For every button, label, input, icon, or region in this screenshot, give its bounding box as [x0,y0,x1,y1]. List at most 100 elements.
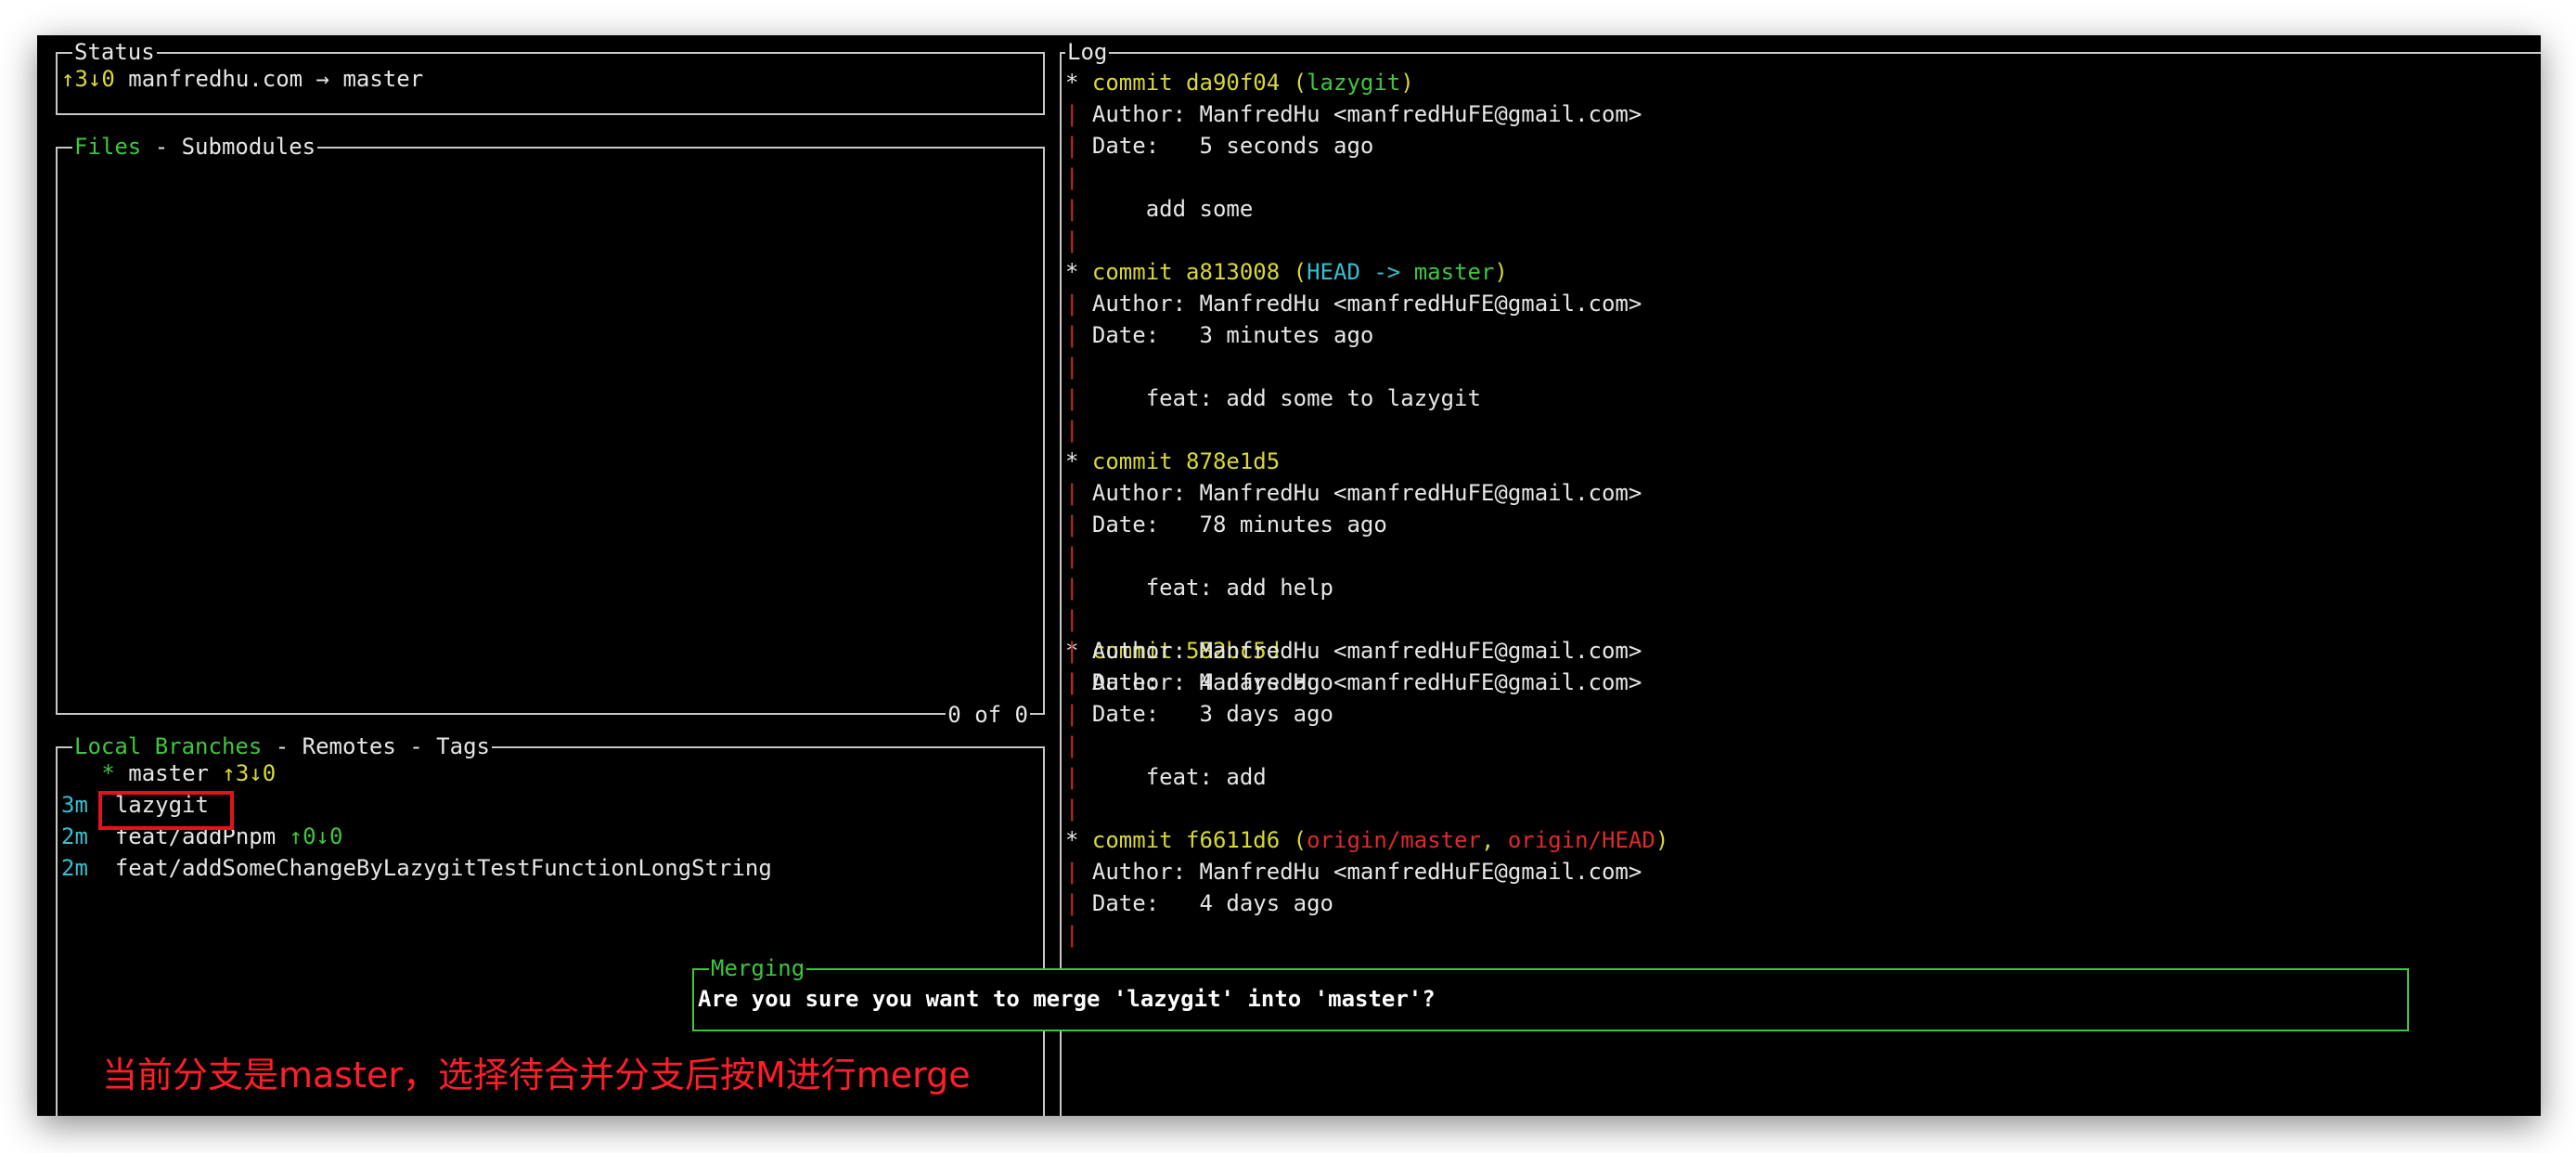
graph-line: | [1065,196,1092,222]
commit-message: feat: add [1091,764,1267,790]
commit-message: feat: add help [1091,575,1333,601]
branch-age: 2m [61,855,88,881]
graph-line: | [1065,922,1079,948]
graph-line: | [1065,543,1079,569]
commit-author-line: | Author: ManfredHu <manfredHuFE@gmail.c… [1065,856,1642,887]
commit-graph-star: * [1065,70,1092,96]
graph-line: | [1065,575,1092,601]
ref-separator [1400,259,1413,285]
log-panel-title: Log [1065,39,1110,65]
graph-spacer: | [1065,919,1078,951]
status-arrows: ↑3↓0 [61,66,115,92]
commit-date-line: | Date: 4 days ago [1065,887,1333,919]
commit-graph-star: * [1065,827,1092,853]
commit-hash: commit da90f04 [1091,70,1281,96]
graph-line: | [1065,354,1079,380]
commit-message-line: | add some [1065,193,1253,225]
commit-header: * commit da90f04 (lazygit) [1065,67,1414,98]
tab-files[interactable]: Files [74,134,141,160]
graph-line: | [1065,796,1079,822]
branch-name: feat/addSomeChangeByLazygitTestFunctionL… [114,855,772,881]
graph-line: | [1065,701,1092,727]
commit-date: Date: 5 seconds ago [1091,133,1374,159]
graph-line: | [1065,133,1092,159]
commit-date-line: | Date: 3 days ago [1065,698,1333,730]
graph-spacer: | [1065,793,1078,824]
graph-line: | [1065,732,1079,758]
graph-line: | [1065,669,1092,695]
commit-date-line: | Date: 4 days ago [1065,667,1333,698]
status-arrow: → [316,66,329,92]
branches-panel-title: Local Branches - Remotes - Tags [72,733,492,759]
status-line: ↑3↓0 manfredhu.com → master [61,63,423,95]
branch-row-master[interactable]: * master ↑3↓0 [61,758,276,789]
commit-hash: commit f6611d6 [1091,827,1281,853]
files-panel[interactable]: Files - Submodules 0 of 0 [56,134,1045,728]
commit-author-line: | Author: ManfredHu <manfredHuFE@gmail.c… [1065,98,1642,130]
commit-author-line: | Author: ManfredHu <manfredHuFE@gmail.c… [1065,635,1642,667]
merge-dialog-message: Are you sure you want to merge 'lazygit'… [698,986,1436,1012]
ref-paren: ) [1655,827,1669,853]
commit-date: Date: 4 days ago [1091,669,1333,695]
annotation-text: 当前分支是master，选择待合并分支后按M进行merge [102,1055,971,1095]
current-branch-marker: * [101,760,115,786]
commit-ref: origin/master [1307,827,1481,853]
commit-message-line: | feat: add help [1065,572,1333,603]
graph-line: | [1065,890,1092,916]
files-panel-title: Files - Submodules [72,134,318,160]
commit-date: Date: 78 minutes ago [1091,512,1387,538]
graph-line: | [1065,227,1079,253]
commit-message-line: | feat: add [1065,761,1267,793]
commit-message-line: | feat: add some to lazygit [1065,382,1481,414]
graph-spacer: | [1065,414,1078,446]
graph-spacer: | [1065,603,1078,635]
commit-date: Date: 4 days ago [1091,890,1333,916]
branch-tracking: ↑3↓0 [222,760,277,786]
commit-ref: lazygit [1307,70,1401,96]
commit-author-line: | Author: ManfredHu <manfredHuFE@gmail.c… [1065,288,1642,319]
ref-separator: , [1480,827,1508,853]
selected-branch-highlight [98,791,234,830]
graph-line: | [1065,512,1092,538]
commit-author: Author: ManfredHu <manfredHuFE@gmail.com… [1091,859,1642,885]
ref-paren: ( [1280,827,1307,853]
commit-ref: master [1413,259,1495,285]
commit-date-line: | Date: 78 minutes ago [1065,509,1387,540]
tab-submodules[interactable]: Submodules [182,134,316,160]
tab-local-branches[interactable]: Local Branches [74,733,262,759]
tab-remotes[interactable]: Remotes [303,733,396,759]
status-panel-title: Status [72,39,157,65]
commit-header: * commit 878e1d5 [1065,446,1280,477]
branch-tracking: ↑0↓0 [289,823,343,849]
commit-header: * commit a813008 (HEAD -> master) [1065,256,1508,288]
graph-spacer: | [1065,730,1078,761]
commit-message: feat: add some to lazygit [1091,385,1481,411]
commit-message: add some [1091,196,1254,222]
branch-name: master [128,760,209,786]
tab-separator: - [395,733,437,759]
tab-tags[interactable]: Tags [436,733,490,759]
branch-row-longstring[interactable]: 2m feat/addSomeChangeByLazygitTestFuncti… [61,852,772,884]
commit-hash: commit a813008 [1091,259,1281,285]
commit-date: Date: 3 days ago [1091,701,1333,727]
ref-paren: ) [1400,70,1414,96]
graph-spacer: | [1065,225,1078,256]
tab-separator: - [141,134,182,160]
graph-line: | [1065,606,1079,632]
commit-hash: commit 878e1d5 [1091,448,1281,474]
ref-paren: ) [1494,259,1508,285]
merge-dialog-title: Merging [709,955,807,981]
graph-line: | [1065,322,1092,348]
merge-confirm-dialog[interactable]: Merging Are you sure you want to merge '… [692,955,2409,1031]
graph-spacer: | [1065,162,1078,193]
status-repo: manfredhu.com [128,66,303,92]
branch-age: 2m [61,823,88,849]
terminal-window: Status ↑3↓0 manfredhu.com → master Files… [37,35,2541,1116]
branch-age: 3m [61,792,88,818]
graph-line: | [1065,164,1079,190]
graph-line: | [1065,480,1092,506]
status-panel[interactable]: Status ↑3↓0 manfredhu.com → master [56,39,1045,115]
commit-author: Author: ManfredHu <manfredHuFE@gmail.com… [1091,638,1642,664]
commit-header: * commit f6611d6 (origin/master, origin/… [1065,824,1668,856]
status-branch: master [342,66,424,92]
